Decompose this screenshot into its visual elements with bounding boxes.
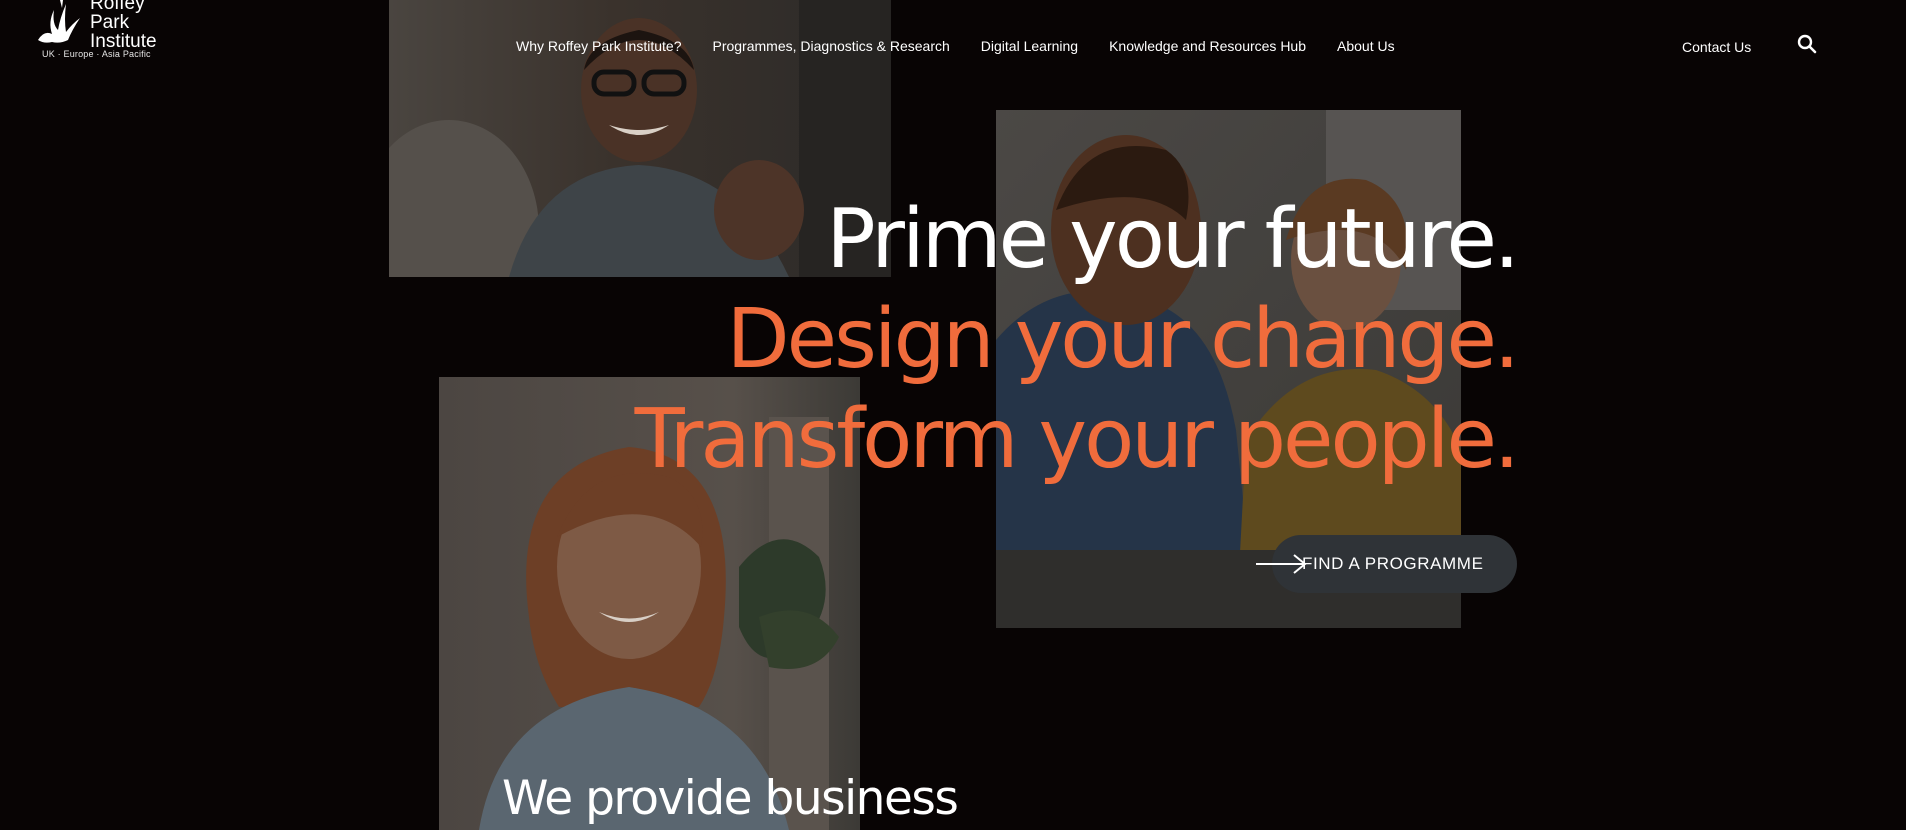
homepage: Roffey Park Institute UK · Europe · Asia… xyxy=(0,0,1906,830)
nav-item-knowledge-hub[interactable]: Knowledge and Resources Hub xyxy=(1109,36,1306,56)
hero-headline: Prime your future. Design your change. T… xyxy=(634,190,1520,490)
brand-logo[interactable]: Roffey Park Institute UK · Europe · Asia… xyxy=(30,0,170,64)
logo-leaf-icon xyxy=(38,0,80,43)
find-a-programme-label: FIND A PROGRAMME xyxy=(1302,554,1484,573)
hero-line-prime: Prime your future. xyxy=(826,192,1520,287)
nav-item-programmes[interactable]: Programmes, Diagnostics & Research xyxy=(712,36,949,56)
main-nav: Why Roffey Park Institute? Programmes, D… xyxy=(516,36,1395,56)
brand-name: Roffey Park Institute xyxy=(90,0,157,51)
hero-line-design: Design your change. xyxy=(726,292,1520,387)
search-icon[interactable] xyxy=(1797,34,1817,54)
find-a-programme-button[interactable]: FIND A PROGRAMME xyxy=(1256,535,1517,593)
nav-item-digital-learning[interactable]: Digital Learning xyxy=(981,36,1078,56)
nav-item-why-roffey[interactable]: Why Roffey Park Institute? xyxy=(516,36,681,56)
intro-heading: We provide business xyxy=(502,771,959,826)
brand-tagline: UK · Europe · Asia Pacific xyxy=(42,49,151,59)
nav-item-about-us[interactable]: About Us xyxy=(1337,36,1395,56)
brand-name-line-2: Park xyxy=(90,12,130,33)
contact-us-link[interactable]: Contact Us xyxy=(1682,37,1751,57)
arrow-right-icon xyxy=(1256,554,1307,574)
hero-line-transform: Transform your people. xyxy=(634,392,1520,487)
